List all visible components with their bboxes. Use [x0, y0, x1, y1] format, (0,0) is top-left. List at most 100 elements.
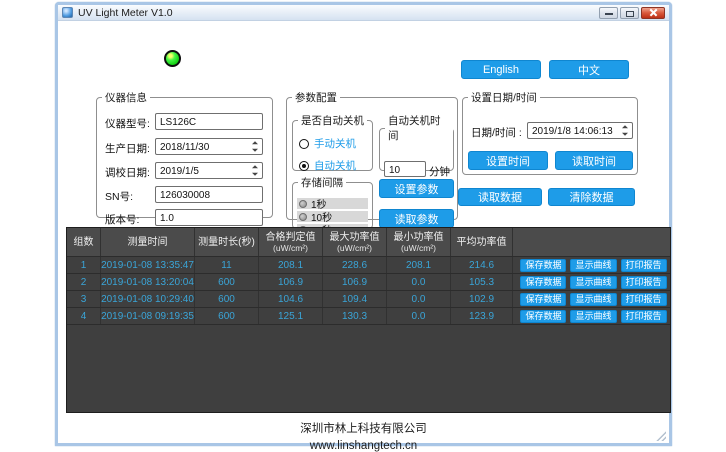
calibration-date-field[interactable]: 2019/1/5: [155, 162, 263, 179]
cell-avg: 105.3: [451, 274, 513, 290]
production-date-field[interactable]: 2018/11/30: [155, 138, 263, 155]
datetime-label: 日期/时间 :: [471, 125, 522, 140]
cell-time: 2019-01-08 10:29:40: [101, 291, 195, 307]
cell-max: 109.4: [323, 291, 387, 307]
calibration-date-label: 调校日期:: [105, 165, 150, 180]
print-report-button[interactable]: 打印报告: [621, 310, 667, 323]
auto-off-label: 自动关机: [314, 158, 356, 173]
datetime-title: 设置日期/时间: [468, 90, 540, 105]
cell-min: 0.0: [387, 274, 451, 290]
measurement-table: 组数 测量时间 测量时长(秒) 合格判定值(uW/cm²) 最大功率值(uW/c…: [66, 227, 671, 413]
cell-qualified: 208.1: [259, 257, 323, 273]
calibration-date-value: 2019/1/5: [160, 166, 199, 177]
auto-off-option[interactable]: 自动关机: [299, 158, 356, 173]
off-time-group: 自动关机时间 10 分钟: [379, 113, 454, 171]
datetime-group: 设置日期/时间 日期/时间 : 2019/1/8 14:06:13 设置时间 读…: [462, 90, 638, 175]
english-button[interactable]: English: [461, 60, 541, 79]
cell-group: 1: [67, 257, 101, 273]
manual-off-label: 手动关机: [314, 136, 356, 151]
device-info-group: 仪器信息 仪器型号: LS126C 生产日期: 2018/11/30 调校日期:…: [96, 90, 273, 218]
datetime-field[interactable]: 2019/1/8 14:06:13: [527, 122, 633, 139]
off-time-unit: 分钟: [429, 164, 450, 179]
footer-company: 深圳市林上科技有限公司: [58, 420, 669, 436]
read-time-button[interactable]: 读取时间: [555, 151, 633, 170]
calibration-date-spinner[interactable]: [249, 164, 261, 177]
model-field[interactable]: LS126C: [155, 113, 263, 130]
show-curve-button[interactable]: 显示曲线: [570, 276, 616, 289]
footer-website: www.linshangtech.cn: [58, 440, 669, 452]
read-data-button[interactable]: 读取数据: [458, 188, 542, 206]
sn-label: SN号:: [105, 189, 133, 204]
param-config-group: 参数配置 是否自动关机 手动关机 自动关机 自动关机时间 10 分钟 存储间隔: [286, 90, 458, 220]
maximize-icon: [626, 11, 634, 17]
save-data-button[interactable]: 保存数据: [520, 259, 566, 272]
storage-interval-title: 存储间隔: [298, 175, 346, 190]
cell-group: 3: [67, 291, 101, 307]
minimize-button[interactable]: [599, 7, 618, 19]
close-icon: [649, 8, 658, 17]
table-header-row: 组数 测量时间 测量时长(秒) 合格判定值(uW/cm²) 最大功率值(uW/c…: [67, 228, 670, 256]
close-button[interactable]: [641, 7, 665, 19]
cell-group: 4: [67, 308, 101, 324]
cell-time: 2019-01-08 09:19:35: [101, 308, 195, 324]
manual-off-option[interactable]: 手动关机: [299, 136, 356, 151]
datetime-spinner[interactable]: [619, 124, 631, 137]
show-curve-button[interactable]: 显示曲线: [570, 310, 616, 323]
off-time-title: 自动关机时间: [385, 113, 453, 143]
table-row[interactable]: 2 2019-01-08 13:20:04 600 106.9 106.9 0.…: [67, 273, 670, 290]
cell-time: 2019-01-08 13:20:04: [101, 274, 195, 290]
set-time-button[interactable]: 设置时间: [468, 151, 548, 170]
cell-max: 130.3: [323, 308, 387, 324]
save-data-button[interactable]: 保存数据: [520, 293, 566, 306]
client-area: English 中文 仪器信息 仪器型号: LS126C 生产日期: 2018/…: [58, 22, 669, 443]
connection-status-led-icon: [164, 50, 181, 67]
save-data-button[interactable]: 保存数据: [520, 276, 566, 289]
production-date-label: 生产日期:: [105, 141, 150, 156]
cell-duration: 600: [195, 308, 259, 324]
cell-duration: 600: [195, 274, 259, 290]
interval-10s-option[interactable]: 10秒: [297, 211, 368, 222]
clear-data-button[interactable]: 清除数据: [548, 188, 635, 206]
set-params-button[interactable]: 设置参数: [379, 179, 454, 198]
version-label: 版本号:: [105, 212, 139, 227]
table-row[interactable]: 3 2019-01-08 10:29:40 600 104.6 109.4 0.…: [67, 290, 670, 307]
show-curve-button[interactable]: 显示曲线: [570, 259, 616, 272]
table-row[interactable]: 4 2019-01-08 09:19:35 600 125.1 130.3 0.…: [67, 307, 670, 324]
cell-avg: 102.9: [451, 291, 513, 307]
read-params-button[interactable]: 读取参数: [379, 209, 454, 228]
sn-field[interactable]: 126030008: [155, 186, 263, 203]
title-bar[interactable]: UV Light Meter V1.0: [58, 5, 669, 21]
header-qualified: 合格判定值(uW/cm²): [259, 228, 323, 256]
off-time-field[interactable]: 10: [384, 161, 426, 177]
print-report-button[interactable]: 打印报告: [621, 276, 667, 289]
cell-min: 0.0: [387, 291, 451, 307]
app-icon[interactable]: [62, 7, 73, 18]
cell-min: 0.0: [387, 308, 451, 324]
interval-1s-option[interactable]: 1秒: [297, 198, 368, 209]
header-time: 测量时间: [101, 228, 195, 256]
show-curve-button[interactable]: 显示曲线: [570, 293, 616, 306]
header-duration: 测量时长(秒): [195, 228, 259, 256]
window-controls: [599, 7, 665, 19]
save-data-button[interactable]: 保存数据: [520, 310, 566, 323]
table-empty-area: [67, 324, 670, 412]
print-report-button[interactable]: 打印报告: [621, 293, 667, 306]
header-avg: 平均功率值: [451, 228, 513, 256]
cell-avg: 214.6: [451, 257, 513, 273]
datetime-value: 2019/1/8 14:06:13: [532, 126, 613, 137]
version-field[interactable]: 1.0: [155, 209, 263, 226]
header-max: 最大功率值(uW/cm²): [323, 228, 387, 256]
chinese-button[interactable]: 中文: [549, 60, 629, 79]
table-row[interactable]: 1 2019-01-08 13:35:47 11 208.1 228.6 208…: [67, 256, 670, 273]
print-report-button[interactable]: 打印报告: [621, 259, 667, 272]
header-group: 组数: [67, 228, 101, 256]
cell-qualified: 125.1: [259, 308, 323, 324]
production-date-spinner[interactable]: [249, 140, 261, 153]
maximize-button[interactable]: [620, 7, 639, 19]
window-title: UV Light Meter V1.0: [78, 5, 173, 21]
model-label: 仪器型号:: [105, 116, 150, 131]
cell-group: 2: [67, 274, 101, 290]
minimize-icon: [605, 13, 613, 15]
device-info-title: 仪器信息: [102, 90, 150, 105]
cell-duration: 11: [195, 257, 259, 273]
